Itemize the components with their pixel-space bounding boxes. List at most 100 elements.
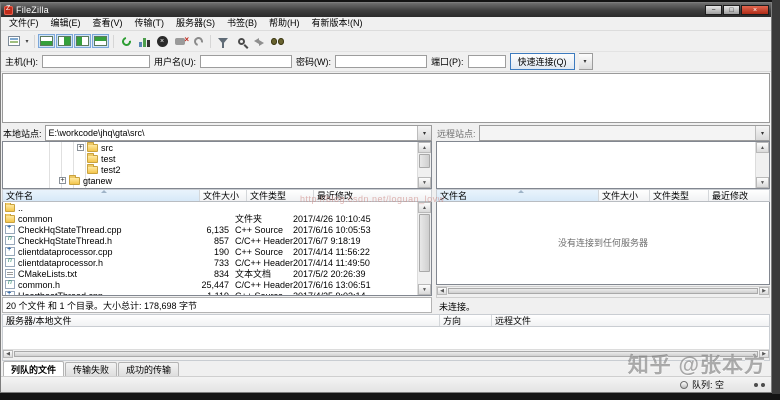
- menu-help[interactable]: 帮助(H): [263, 17, 306, 30]
- close-button[interactable]: ×: [741, 5, 769, 15]
- scrollbar-thumb[interactable]: [419, 214, 430, 272]
- remote-horizontal-scrollbar[interactable]: ◀ ▶: [436, 286, 770, 298]
- minimize-button[interactable]: −: [705, 5, 722, 15]
- tab-failed-transfers[interactable]: 传输失败: [65, 362, 118, 376]
- toggle-message-log-button[interactable]: [38, 34, 55, 48]
- header-filesize[interactable]: 文件大小: [599, 190, 650, 201]
- quickconnect-button[interactable]: 快速连接(Q): [509, 53, 575, 70]
- header-filetype[interactable]: 文件类型: [650, 190, 709, 201]
- menu-transfer[interactable]: 传输(T): [129, 17, 171, 30]
- folder-icon: [87, 142, 98, 152]
- remote-tree[interactable]: ▲ ▼: [436, 141, 770, 189]
- tree-item-test2[interactable]: test2: [3, 163, 431, 175]
- synchronized-browsing-button[interactable]: [250, 33, 268, 49]
- remote-list-header: 文件名 文件大小 文件类型 最近修改: [436, 189, 770, 202]
- queue-header-local[interactable]: 服务器/本地文件: [3, 315, 440, 326]
- header-filetype[interactable]: 文件类型: [247, 190, 314, 201]
- header-filename[interactable]: 文件名: [437, 190, 599, 201]
- maximize-button[interactable]: □: [723, 5, 740, 15]
- file-row[interactable]: clientdataprocessor.h 733 C/C++ Header 2…: [3, 257, 431, 268]
- file-row[interactable]: CMakeLists.txt 834 文本文档 2017/5/2 20:26:3…: [3, 268, 431, 279]
- file-type: 文件夹: [235, 214, 263, 224]
- local-tree-scrollbar[interactable]: ▲ ▼: [417, 142, 431, 188]
- menu-new-version[interactable]: 有新版本!(N): [306, 17, 369, 30]
- password-input[interactable]: [335, 55, 427, 68]
- menu-server[interactable]: 服务器(S): [170, 17, 221, 30]
- port-input[interactable]: [467, 55, 506, 68]
- titlebar[interactable]: FileZilla − □ ×: [1, 3, 771, 17]
- local-tree[interactable]: src test test2 gtanew ▲: [2, 141, 432, 189]
- header-modified[interactable]: 最近修改: [314, 190, 431, 201]
- local-path-combo[interactable]: E:\workcode\jhq\gta\src\ ▾: [44, 125, 432, 141]
- toolbar-separator: [210, 34, 211, 48]
- menu-edit[interactable]: 编辑(E): [45, 17, 87, 30]
- scroll-up-icon[interactable]: ▲: [418, 142, 431, 153]
- queue-header-remote[interactable]: 远程文件: [492, 315, 769, 326]
- find-files-button[interactable]: [268, 33, 286, 49]
- local-path-dropdown-icon[interactable]: ▾: [417, 126, 431, 140]
- host-input[interactable]: [42, 55, 150, 68]
- site-manager-button[interactable]: [5, 33, 23, 49]
- remote-file-list[interactable]: 没有连接到任何服务器: [436, 202, 770, 285]
- cancel-button[interactable]: [153, 33, 171, 49]
- scroll-right-icon[interactable]: ▶: [759, 287, 769, 295]
- menu-bookmarks[interactable]: 书签(B): [221, 17, 263, 30]
- scroll-right-icon[interactable]: ▶: [759, 350, 769, 358]
- tab-queued-files[interactable]: 列队的文件: [3, 361, 65, 376]
- menu-view[interactable]: 查看(V): [87, 17, 129, 30]
- scroll-left-icon[interactable]: ◀: [437, 287, 447, 295]
- disconnect-button[interactable]: [171, 33, 189, 49]
- scroll-down-icon[interactable]: ▼: [756, 177, 769, 188]
- remote-tree-scrollbar[interactable]: ▲ ▼: [755, 142, 769, 188]
- queue-header: 服务器/本地文件 方向 远程文件: [2, 314, 770, 327]
- header-filesize[interactable]: 文件大小: [200, 190, 247, 201]
- tab-successful-transfers[interactable]: 成功的传输: [118, 362, 180, 376]
- header-filename[interactable]: 文件名: [3, 190, 200, 201]
- scroll-left-icon[interactable]: ◀: [3, 350, 13, 358]
- scroll-down-icon[interactable]: ▼: [418, 284, 431, 295]
- file-modified: 2017/6/7 9:18:19: [293, 235, 361, 246]
- reconnect-button[interactable]: [189, 33, 207, 49]
- remote-path-combo[interactable]: ▾: [478, 125, 770, 141]
- scrollbar-thumb[interactable]: [14, 351, 758, 357]
- queue-header-direction[interactable]: 方向: [440, 315, 492, 326]
- file-row[interactable]: common 文件夹 2017/4/26 10:10:45: [3, 213, 431, 224]
- text-file-icon: [5, 269, 15, 278]
- local-file-list[interactable]: .. common 文件夹 2017/4/26 10:10:45 CheckHq…: [2, 202, 432, 296]
- toggle-local-tree-button[interactable]: [56, 34, 73, 48]
- scroll-down-icon[interactable]: ▼: [418, 177, 431, 188]
- toggle-remote-tree-button[interactable]: [74, 34, 91, 48]
- header-modified[interactable]: 最近修改: [709, 190, 769, 201]
- toggle-queue-button[interactable]: [92, 34, 109, 48]
- filter-button[interactable]: [214, 33, 232, 49]
- password-label: 密码(W):: [296, 57, 331, 67]
- expand-icon[interactable]: [59, 177, 66, 184]
- queue-horizontal-scrollbar[interactable]: ◀ ▶: [3, 349, 769, 360]
- refresh-button[interactable]: [117, 33, 135, 49]
- file-row[interactable]: ..: [3, 202, 431, 213]
- tree-item-test[interactable]: test: [3, 152, 431, 164]
- expand-icon[interactable]: [77, 144, 84, 151]
- site-manager-dropdown[interactable]: ▾: [23, 33, 31, 49]
- scroll-up-icon[interactable]: ▲: [418, 202, 431, 213]
- menu-file[interactable]: 文件(F): [3, 17, 45, 30]
- file-name: CMakeLists.txt: [18, 268, 78, 279]
- file-row[interactable]: clientdataprocessor.cpp 190 C++ Source 2…: [3, 246, 431, 257]
- scrollbar-thumb[interactable]: [448, 288, 758, 294]
- quickconnect-dropdown[interactable]: ▾: [578, 53, 593, 70]
- tree-item-gtanew[interactable]: gtanew: [3, 174, 431, 186]
- file-row[interactable]: CheckHqStateThread.h 857 C/C++ Header 20…: [3, 235, 431, 246]
- file-row[interactable]: common.h 25,447 C/C++ Header 2017/6/16 1…: [3, 279, 431, 290]
- process-queue-button[interactable]: [135, 33, 153, 49]
- scrollbar-thumb[interactable]: [419, 154, 430, 168]
- local-list-scrollbar[interactable]: ▲ ▼: [417, 202, 431, 295]
- remote-path-dropdown-icon[interactable]: ▾: [755, 126, 769, 140]
- scroll-up-icon[interactable]: ▲: [756, 142, 769, 153]
- tree-item-src[interactable]: src: [3, 142, 431, 153]
- file-row[interactable]: CheckHqStateThread.cpp 6,135 C++ Source …: [3, 224, 431, 235]
- queue-body[interactable]: ◀ ▶: [2, 327, 770, 361]
- directory-compare-button[interactable]: [232, 33, 250, 49]
- message-log[interactable]: [2, 73, 770, 123]
- username-input[interactable]: [200, 55, 292, 68]
- file-row[interactable]: HeartbeatThread.cpp 1,119 C++ Source 201…: [3, 290, 431, 295]
